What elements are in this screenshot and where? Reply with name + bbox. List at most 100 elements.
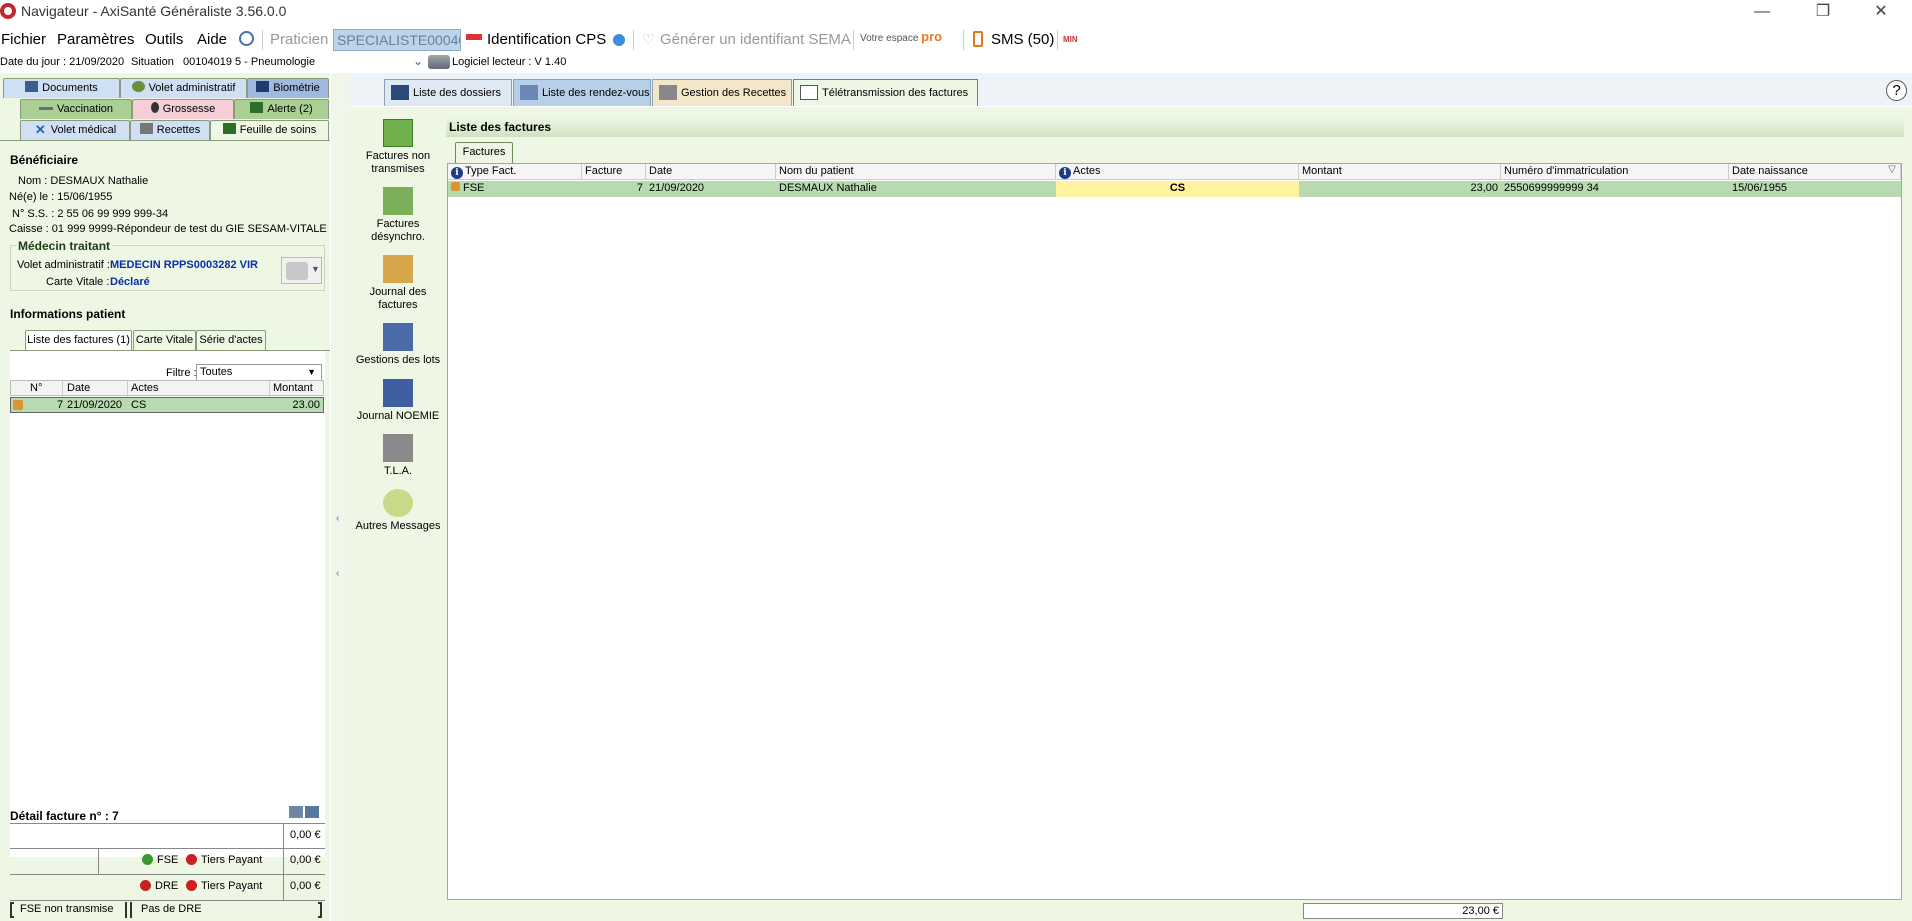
cell-text: FSE [463, 182, 485, 194]
detail-divider [10, 848, 325, 849]
restore-button[interactable]: ❐ [1808, 2, 1838, 22]
tab-grossesse[interactable]: Grossesse [132, 99, 234, 119]
status-line: Date du jour : 21/09/2020 Situation 0010… [0, 54, 1912, 72]
col-header-n: N° [30, 382, 43, 394]
tab-documents[interactable]: Documents [3, 78, 120, 98]
praticien-select[interactable]: SPECIALISTE00040 [333, 29, 461, 51]
info-icon: i [1059, 167, 1071, 179]
medical-cross-icon: ✕ [34, 122, 46, 137]
collapse-left-icon[interactable]: ‹ [336, 568, 339, 579]
tab-liste-rendez-vous[interactable]: Liste des rendez-vous [513, 79, 651, 106]
bracket-icon [318, 902, 322, 918]
menu-fichier[interactable]: Fichier [1, 31, 46, 48]
subtab-carte-vitale[interactable]: Carte Vitale [133, 330, 196, 350]
cell-montant: 23.00 [292, 399, 320, 411]
sidebar-item-journal-factures[interactable]: Journal des factures [350, 255, 446, 312]
patient-caisse: Caisse : 01 999 9999-Répondeur de test d… [9, 223, 327, 235]
menu-aide[interactable]: Aide [197, 31, 227, 48]
table-row[interactable]: 7 21/09/2020 CS 23.00 [10, 397, 324, 413]
tab-recettes[interactable]: Recettes [130, 120, 210, 140]
fse-non-transmise: FSE non transmise [20, 903, 114, 915]
tab-alerte[interactable]: Alerte (2) [234, 99, 329, 119]
logiciel-lecteur: Logiciel lecteur : V 1.40 [452, 56, 567, 68]
tab-feuille-de-soins[interactable]: Feuille de soins [210, 120, 329, 140]
sidebar-item-factures-non-transmises[interactable]: Factures non transmises [350, 119, 446, 176]
col-header-montant[interactable]: Montant [1299, 164, 1501, 180]
fse-label: FSE [157, 854, 179, 866]
panel-splitter[interactable]: ‹ ‹ [331, 73, 350, 921]
patient-ss-number: N° S.S. : 2 55 06 99 999 999-34 [12, 208, 169, 220]
sidebar-item-gestions-lots[interactable]: Gestions des lots [350, 323, 446, 367]
help-button[interactable]: ? [1886, 80, 1907, 101]
chevron-down-icon: ▼ [307, 367, 316, 377]
tab-teletransmission[interactable]: Télétransmission des factures [793, 79, 978, 106]
tab-biometrie[interactable]: Biométrie [247, 78, 329, 98]
tab-label: Volet médical [50, 124, 117, 136]
tiers-payant-status-2: Tiers Payant [186, 880, 262, 892]
header-label: Actes [1073, 165, 1101, 177]
detail-icon-2[interactable] [305, 806, 319, 818]
col-header-type-fact[interactable]: i Type Fact. [448, 164, 582, 180]
window-title: Navigateur - AxiSanté Généraliste 3.56.0… [21, 3, 287, 19]
tiers-payant-label: Tiers Payant [201, 854, 263, 866]
subtab-serie-actes[interactable]: Série d'actes [196, 330, 266, 350]
chevron-down-icon[interactable]: ⌄ [413, 54, 423, 68]
medecin-dropdown[interactable]: ▼ [281, 257, 322, 284]
sidebar-item-factures-desynchro[interactable]: Factures désynchro. [350, 187, 446, 244]
tab-gestion-recettes[interactable]: Gestion des Recettes [652, 79, 792, 106]
invoice-sync-icon [383, 187, 413, 215]
tab-liste-dossiers[interactable]: Liste des dossiers [384, 79, 512, 106]
col-header-actes[interactable]: i Actes [1056, 164, 1299, 180]
col-header-date: Date [67, 382, 91, 394]
globe-icon[interactable] [239, 31, 254, 46]
cell-immatriculation: 2550699999999 34 [1501, 181, 1729, 197]
cell-n: 7 [57, 399, 64, 411]
main-tab-bar: Liste des dossiers Liste des rendez-vous… [350, 73, 1912, 106]
calculator-icon [139, 123, 153, 134]
journal-icon [383, 255, 413, 283]
heart-icon: ♡ [642, 31, 655, 47]
lots-icon [383, 323, 413, 351]
header-label: Facture [585, 165, 623, 177]
detail-amount-1: 0,00 € [290, 829, 321, 841]
dre-label: DRE [155, 880, 179, 892]
subtab-liste-factures[interactable]: Liste des factures (1) [25, 330, 132, 350]
menu-bar: Fichier Paramètres Outils Aide Praticien [0, 27, 1912, 53]
col-header-numero-immatriculation[interactable]: Numéro d'immatriculation [1501, 164, 1729, 180]
tab-vaccination[interactable]: Vaccination [20, 99, 132, 119]
sms-button[interactable]: SMS (50) [991, 31, 1054, 48]
menu-parametres[interactable]: Paramètres [57, 31, 135, 48]
subtab-factures[interactable]: Factures [455, 142, 513, 163]
tab-volet-medical[interactable]: ✕ Volet médical [20, 120, 130, 140]
col-header-nom-patient[interactable]: Nom du patient [776, 164, 1056, 180]
col-header-date-naissance[interactable]: Date naissance ▽ [1729, 164, 1901, 180]
tab-label: Biométrie [273, 82, 320, 94]
cell-facture: 7 [582, 181, 646, 197]
filtre-select[interactable]: Toutes ▼ [196, 364, 322, 381]
sidebar-item-journal-noemie[interactable]: Journal NOEMIE [350, 379, 446, 423]
cell-naissance: 15/06/1955 [1729, 181, 1901, 197]
menu-outils[interactable]: Outils [145, 31, 183, 48]
collapse-left-icon[interactable]: ‹ [336, 513, 339, 524]
minimize-button[interactable]: — [1747, 2, 1777, 22]
col-header-actes: Actes [131, 382, 159, 394]
detail-icon-1[interactable] [289, 806, 303, 818]
espace-pro-link[interactable]: Votre espace pro [860, 29, 942, 44]
tiers-payant-label: Tiers Payant [201, 880, 263, 892]
close-button[interactable]: ✕ [1866, 2, 1896, 22]
pas-de-dre: Pas de DRE [141, 903, 202, 915]
folder-icon [391, 85, 409, 100]
cell-type: FSE [448, 181, 582, 197]
filter-icon[interactable]: ▽ [1888, 164, 1896, 175]
sidebar-item-tla[interactable]: T.L.A. [350, 434, 446, 478]
col-header-date[interactable]: Date [646, 164, 776, 180]
tab-volet-administratif[interactable]: Volet administratif [120, 78, 247, 98]
title-bar: Navigateur - AxiSanté Généraliste 3.56.0… [0, 0, 1912, 26]
cell-date: 21/09/2020 [646, 181, 776, 197]
msn-button[interactable]: MIN [1063, 35, 1078, 44]
tab-label: Grossesse [162, 103, 216, 115]
identification-cps-button[interactable]: Identification CPS [487, 31, 606, 48]
tla-icon [383, 434, 413, 462]
sidebar-item-autres-messages[interactable]: Autres Messages [350, 489, 446, 533]
col-header-facture[interactable]: Facture [582, 164, 646, 180]
